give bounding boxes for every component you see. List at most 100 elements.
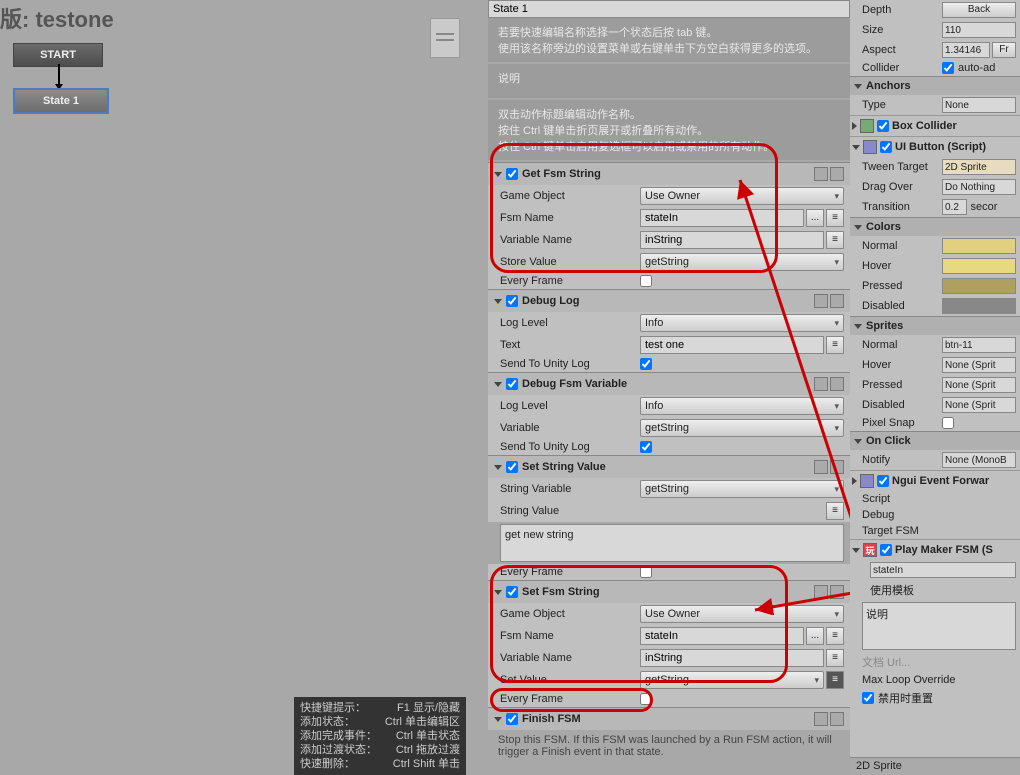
drag-over-dropdown[interactable]: Do Nothing xyxy=(942,179,1016,195)
action-header[interactable]: Get Fsm String xyxy=(488,163,850,185)
help-icon[interactable] xyxy=(814,377,828,391)
every-frame-checkbox[interactable] xyxy=(640,275,652,287)
foldout-icon[interactable] xyxy=(854,324,862,329)
menu-button[interactable]: ≡ xyxy=(826,209,844,227)
foldout-icon[interactable] xyxy=(494,382,502,387)
notify-field[interactable]: None (MonoB xyxy=(942,452,1016,468)
foldout-icon[interactable] xyxy=(494,299,502,304)
fsm-name-field[interactable]: stateIn xyxy=(870,562,1016,578)
foldout-icon[interactable] xyxy=(494,172,502,177)
every-frame-checkbox[interactable] xyxy=(640,693,652,705)
help-icon[interactable] xyxy=(814,294,828,308)
component-checkbox[interactable] xyxy=(877,120,889,132)
pixel-snap-checkbox[interactable] xyxy=(942,417,954,429)
enable-checkbox[interactable] xyxy=(506,378,518,390)
action-header[interactable]: Debug Log xyxy=(488,290,850,312)
store-value-dropdown[interactable]: getString xyxy=(640,253,844,271)
foldout-icon[interactable] xyxy=(852,122,857,130)
foldout-icon[interactable] xyxy=(854,84,862,89)
text-input[interactable] xyxy=(640,336,824,354)
gear-icon[interactable] xyxy=(830,294,844,308)
menu-button[interactable]: ≡ xyxy=(826,336,844,354)
component-ngui-forwarder[interactable]: Ngui Event Forwar xyxy=(850,470,1020,491)
aspect-input[interactable]: 1.34146 xyxy=(942,42,990,58)
game-object-dropdown[interactable]: Use Owner xyxy=(640,605,844,623)
sprite-normal[interactable]: btn-11 xyxy=(942,337,1016,353)
string-value-textarea[interactable]: get new string xyxy=(500,524,844,562)
menu-button[interactable]: ≡ xyxy=(826,627,844,645)
component-checkbox[interactable] xyxy=(880,544,892,556)
every-frame-checkbox[interactable] xyxy=(640,566,652,578)
help-icon[interactable] xyxy=(814,460,828,474)
menu-button[interactable]: ≡ xyxy=(826,671,844,689)
foldout-icon[interactable] xyxy=(852,145,860,150)
gear-icon[interactable] xyxy=(830,167,844,181)
panel-handle-icon[interactable] xyxy=(430,18,460,58)
description-box[interactable]: 说明 xyxy=(488,64,850,98)
action-header[interactable]: Set String Value xyxy=(488,456,850,478)
foldout-icon[interactable] xyxy=(854,439,862,444)
collider-checkbox[interactable] xyxy=(942,62,954,74)
component-checkbox[interactable] xyxy=(880,141,892,153)
browse-button[interactable]: ... xyxy=(806,627,824,645)
tween-target-field[interactable]: 2D Sprite xyxy=(942,159,1016,175)
color-disabled[interactable] xyxy=(942,298,1016,314)
fsm-description[interactable]: 说明 xyxy=(862,602,1016,650)
foldout-icon[interactable] xyxy=(852,548,860,553)
help-icon[interactable] xyxy=(814,167,828,181)
sprite-hover[interactable]: None (Sprit xyxy=(942,357,1016,373)
reset-checkbox[interactable] xyxy=(862,692,874,704)
fsm-name-input[interactable] xyxy=(640,627,804,645)
game-object-dropdown[interactable]: Use Owner xyxy=(640,187,844,205)
menu-button[interactable]: ≡ xyxy=(826,502,844,520)
gear-icon[interactable] xyxy=(830,712,844,726)
gear-icon[interactable] xyxy=(830,377,844,391)
foldout-icon[interactable] xyxy=(494,465,502,470)
component-box-collider[interactable]: Box Collider xyxy=(850,115,1020,136)
color-hover[interactable] xyxy=(942,258,1016,274)
aspect-button[interactable]: Fr xyxy=(992,42,1016,58)
component-checkbox[interactable] xyxy=(877,475,889,487)
set-value-dropdown[interactable]: getString xyxy=(640,671,824,689)
variable-name-input[interactable] xyxy=(640,231,824,249)
transition-input[interactable]: 0.2 xyxy=(942,199,967,215)
anchor-type-dropdown[interactable]: None xyxy=(942,97,1016,113)
color-pressed[interactable] xyxy=(942,278,1016,294)
variable-name-input[interactable] xyxy=(640,649,824,667)
menu-button[interactable]: ≡ xyxy=(826,649,844,667)
log-level-dropdown[interactable]: Info xyxy=(640,397,844,415)
log-level-dropdown[interactable]: Info xyxy=(640,314,844,332)
action-header[interactable]: Finish FSM xyxy=(488,708,850,730)
enable-checkbox[interactable] xyxy=(506,168,518,180)
component-playmaker-fsm[interactable]: 玩Play Maker FSM (S xyxy=(850,539,1020,560)
fsm-name-input[interactable] xyxy=(640,209,804,227)
node-state1[interactable]: State 1 xyxy=(13,88,109,114)
action-header[interactable]: Set Fsm String xyxy=(488,581,850,603)
sprite-disabled[interactable]: None (Sprit xyxy=(942,397,1016,413)
component-ui-button[interactable]: UI Button (Script) xyxy=(850,136,1020,157)
menu-button[interactable]: ≡ xyxy=(826,231,844,249)
gear-icon[interactable] xyxy=(830,460,844,474)
help-icon[interactable] xyxy=(814,585,828,599)
browse-button[interactable]: ... xyxy=(806,209,824,227)
size-input[interactable]: 110 xyxy=(942,22,1016,38)
sprite-pressed[interactable]: None (Sprit xyxy=(942,377,1016,393)
action-header[interactable]: Debug Fsm Variable xyxy=(488,373,850,395)
help-icon[interactable] xyxy=(814,712,828,726)
depth-back-button[interactable]: Back xyxy=(942,2,1016,18)
foldout-icon[interactable] xyxy=(494,590,502,595)
enable-checkbox[interactable] xyxy=(506,461,518,473)
foldout-icon[interactable] xyxy=(852,477,857,485)
state-name-input[interactable] xyxy=(488,0,850,18)
gear-icon[interactable] xyxy=(830,585,844,599)
color-normal[interactable] xyxy=(942,238,1016,254)
variable-dropdown[interactable]: getString xyxy=(640,419,844,437)
string-variable-dropdown[interactable]: getString xyxy=(640,480,844,498)
enable-checkbox[interactable] xyxy=(506,295,518,307)
foldout-icon[interactable] xyxy=(854,225,862,230)
enable-checkbox[interactable] xyxy=(506,713,518,725)
unity-log-checkbox[interactable] xyxy=(640,441,652,453)
enable-checkbox[interactable] xyxy=(506,586,518,598)
unity-log-checkbox[interactable] xyxy=(640,358,652,370)
foldout-icon[interactable] xyxy=(494,717,502,722)
